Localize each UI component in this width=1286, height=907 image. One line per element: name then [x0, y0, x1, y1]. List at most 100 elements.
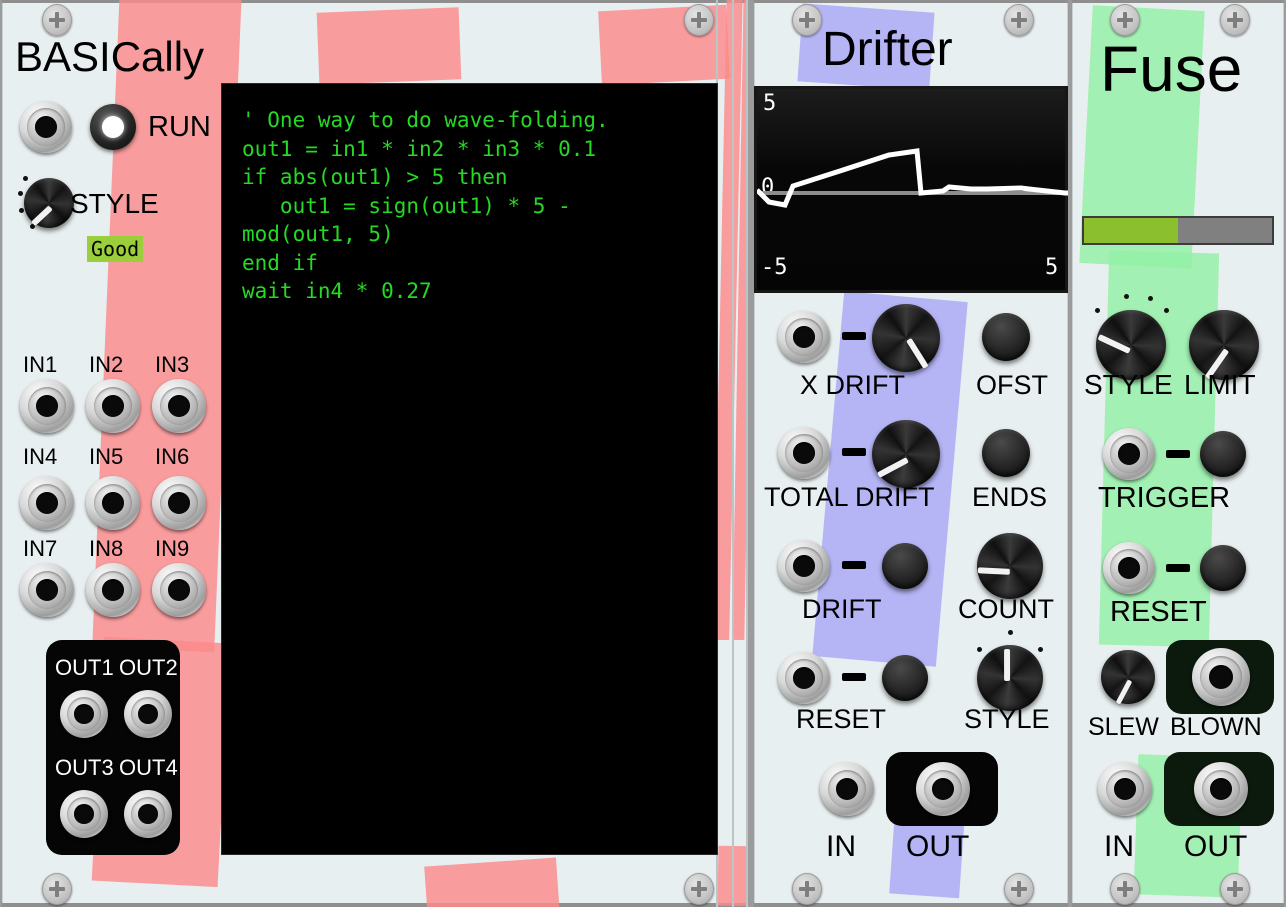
attenuator-dash-icon	[842, 332, 866, 340]
attenuator-dash-icon	[1166, 450, 1190, 458]
vcv-rack-canvas: BASICally RUN STYLE Good ' One way to do…	[0, 0, 1286, 907]
output-jack-out2[interactable]	[124, 690, 172, 738]
attenuator-dash-icon	[1166, 564, 1190, 572]
x-drift-knob[interactable]	[872, 304, 940, 372]
reset-label: RESET	[796, 704, 887, 734]
drifter-in-jack[interactable]	[820, 762, 874, 816]
fuse-slew-knob-pointer	[1115, 679, 1133, 705]
attenuator-dash-icon	[842, 561, 866, 569]
output-jack-out3[interactable]	[60, 790, 108, 838]
fuse-trigger-label: TRIGGER	[1098, 482, 1231, 514]
drift-knob[interactable]	[882, 543, 928, 589]
scope-trace	[757, 148, 1068, 208]
input-jack-in5[interactable]	[86, 476, 140, 530]
output-jack-out4[interactable]	[124, 790, 172, 838]
code-editor[interactable]: ' One way to do wave-folding. out1 = in1…	[222, 84, 717, 854]
total-drift-knob-pointer	[877, 457, 909, 478]
count-knob-pointer	[978, 567, 1010, 575]
code-text[interactable]: ' One way to do wave-folding. out1 = in1…	[242, 106, 609, 306]
fuse-reset-jack[interactable]	[1103, 542, 1155, 594]
module-title-basically: BASICally	[15, 33, 205, 80]
reset-knob[interactable]	[882, 655, 928, 701]
module-fuse[interactable]: Fuse STYLE LIMIT TRIGGER RESET SLEW BLOW…	[1072, 0, 1284, 907]
rail-top	[754, 0, 1068, 3]
run-button[interactable]	[90, 104, 136, 150]
output-label-out2: OUT2	[119, 655, 178, 680]
count-label: COUNT	[958, 594, 1054, 624]
drifter-style-knob[interactable]	[977, 645, 1043, 711]
output-jack-out1[interactable]	[60, 690, 108, 738]
module-drifter[interactable]: Drifter 5 0 -5 5 X DRIFT OFST TOTAL DRIF…	[754, 0, 1068, 907]
highlight-mark	[316, 7, 462, 85]
total-drift-input-jack[interactable]	[778, 427, 830, 479]
fuse-reset-label: RESET	[1110, 596, 1207, 628]
input-label-in6: IN6	[155, 444, 190, 469]
fuse-progress-bar	[1082, 216, 1274, 245]
run-input-jack[interactable]	[20, 101, 72, 153]
total-drift-knob[interactable]	[872, 420, 940, 488]
style-value-badge: Good	[87, 236, 144, 262]
fuse-blown-jack[interactable]	[1192, 648, 1250, 706]
input-label-in5: IN5	[89, 444, 124, 469]
input-jack-in3[interactable]	[152, 379, 206, 433]
total-drift-label: TOTAL DRIFT	[764, 482, 935, 512]
fuse-limit-label: LIMIT	[1184, 369, 1256, 400]
screw-plus-icon	[684, 4, 714, 36]
module-basically[interactable]: BASICally RUN STYLE Good ' One way to do…	[2, 0, 748, 907]
fuse-out-jack[interactable]	[1194, 762, 1248, 816]
input-jack-in8[interactable]	[86, 563, 140, 617]
attenuator-dash-icon	[842, 673, 866, 681]
highlight-mark	[424, 857, 560, 907]
module-title-fuse: Fuse	[1100, 33, 1243, 105]
drift-input-jack[interactable]	[778, 540, 830, 592]
input-label-in3: IN3	[155, 352, 190, 377]
output-label-out3: OUT3	[55, 755, 114, 780]
fuse-in-jack[interactable]	[1098, 762, 1152, 816]
fuse-trigger-jack[interactable]	[1103, 428, 1155, 480]
fuse-style-knob-pointer	[1097, 333, 1131, 354]
screw-plus-icon	[792, 4, 822, 36]
input-jack-in1[interactable]	[20, 379, 74, 433]
rail-bottom	[2, 903, 748, 907]
input-jack-in9[interactable]	[152, 563, 206, 617]
screw-plus-icon	[684, 873, 714, 905]
run-led-icon	[101, 115, 125, 139]
fuse-out-label: OUT	[1184, 830, 1248, 863]
drifter-style-label: STYLE	[964, 704, 1050, 734]
run-label: RUN	[148, 111, 211, 143]
rail-top	[2, 0, 748, 3]
fuse-in-label: IN	[1104, 830, 1134, 863]
screw-plus-icon	[792, 873, 822, 905]
input-label-in8: IN8	[89, 536, 124, 561]
output-label-out4: OUT4	[119, 755, 178, 780]
input-jack-in4[interactable]	[20, 476, 74, 530]
ends-knob[interactable]	[982, 429, 1030, 477]
style-knob[interactable]	[24, 178, 74, 228]
screw-plus-icon	[42, 4, 72, 36]
screw-plus-icon	[1004, 4, 1034, 36]
panel-divider	[746, 0, 748, 907]
fuse-slew-knob[interactable]	[1101, 650, 1155, 705]
ofst-knob[interactable]	[982, 313, 1030, 361]
fuse-progress-track	[1178, 218, 1272, 243]
ofst-label: OFST	[976, 370, 1048, 400]
input-label-in7: IN7	[23, 536, 58, 561]
rail-top	[1072, 0, 1284, 3]
fuse-reset-knob[interactable]	[1200, 545, 1246, 591]
fuse-trigger-knob[interactable]	[1200, 431, 1246, 477]
input-jack-in6[interactable]	[152, 476, 206, 530]
drifter-out-jack[interactable]	[916, 762, 970, 816]
reset-input-jack[interactable]	[778, 652, 830, 704]
count-knob[interactable]	[977, 533, 1043, 599]
module-title-drifter: Drifter	[822, 23, 953, 76]
fuse-blown-label: BLOWN	[1170, 713, 1262, 741]
input-label-in1: IN1	[23, 352, 58, 377]
input-jack-in2[interactable]	[86, 379, 140, 433]
style-label: STYLE	[70, 188, 159, 219]
x-drift-input-jack[interactable]	[778, 311, 830, 363]
fuse-slew-label: SLEW	[1088, 713, 1159, 741]
panel-divider	[732, 0, 734, 907]
input-jack-in7[interactable]	[20, 563, 74, 617]
fuse-style-label: STYLE	[1084, 369, 1173, 400]
drifter-out-label: OUT	[906, 830, 970, 863]
